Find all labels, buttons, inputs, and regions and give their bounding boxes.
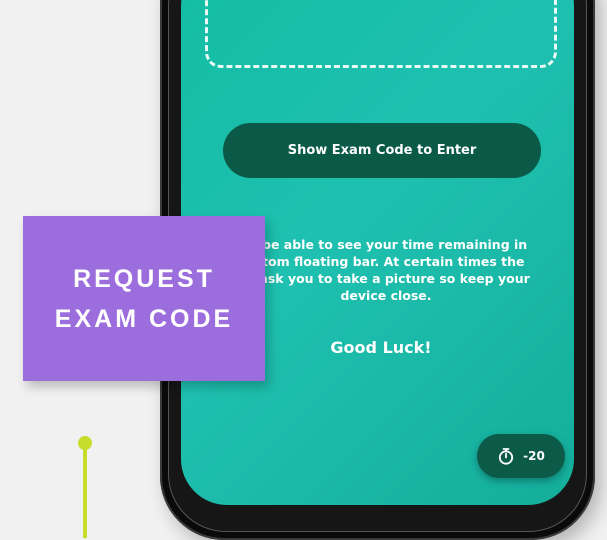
stopwatch-icon <box>497 447 515 465</box>
show-exam-code-label: Show Exam Code to Enter <box>287 143 477 158</box>
timer-floating-bar[interactable]: -20 <box>477 434 565 478</box>
callout-line-2: EXAM CODE <box>54 304 234 333</box>
instructions-text: ill be able to see your time remaining i… <box>221 236 551 304</box>
instructions-line-1: ill be able to see your time remaining i… <box>244 237 528 252</box>
instructions-line-2: ottom floating bar. At certain times the <box>247 254 525 269</box>
show-exam-code-button[interactable]: Show Exam Code to Enter <box>223 123 541 178</box>
callout-line-1: REQUEST <box>73 264 215 293</box>
instructions-line-4: device close. <box>340 288 432 303</box>
connector-line <box>83 448 87 538</box>
instructions-line-3: ill ask you to take a picture so keep yo… <box>242 271 530 286</box>
timer-value: -20 <box>523 449 545 463</box>
request-exam-code-callout: REQUEST EXAM CODE <box>23 216 265 381</box>
camera-capture-area[interactable] <box>205 0 557 68</box>
